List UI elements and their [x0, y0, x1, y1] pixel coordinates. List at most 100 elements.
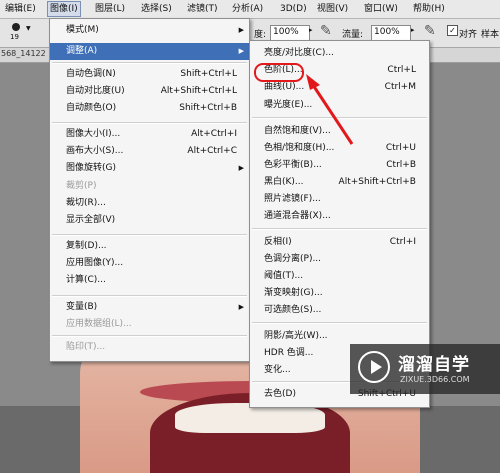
menu-item-label: HDR 色调... [264, 348, 314, 358]
adjust-menu-item[interactable]: 通道混合器(X)... [250, 208, 429, 225]
menu-filter[interactable]: 滤镜(T) [185, 2, 220, 16]
menu-item-label: 黑白(K)... [264, 177, 304, 187]
watermark-logo: 溜溜自学 ZIXUE.3D66.COM [350, 344, 500, 394]
image-menu-item[interactable]: 变量(B) ▶ [50, 299, 249, 316]
menu-help[interactable]: 帮助(H) [411, 2, 447, 16]
menu-item-shortcut: Ctrl+M [384, 82, 416, 92]
menu-item-label: 曝光度(E)... [264, 100, 313, 110]
menu-item-label: 色相/饱和度(H)... [264, 143, 335, 153]
menu-separator [52, 295, 247, 297]
image-menu-item: 应用数据组(L)... [50, 316, 249, 333]
menu-image[interactable]: 图像(I) [47, 1, 81, 17]
image-menu-item[interactable]: 模式(M) ▶ [50, 22, 249, 39]
menu-item-label: 陷印(T)... [66, 342, 106, 352]
adjust-menu-item[interactable]: 色彩平衡(B)... Ctrl+B [250, 157, 429, 174]
document-title: 568_14122 [1, 49, 46, 58]
opacity-stepper-icon[interactable]: ▸ [309, 26, 313, 34]
menu-item-label: 色调分离(P)... [264, 254, 322, 264]
adjust-menu-item[interactable]: 色调分离(P)... [250, 251, 429, 268]
menu-item-label: 去色(D) [264, 389, 296, 399]
menu-item-shortcut: Ctrl+I [389, 237, 416, 247]
menu-item-label: 裁剪(P) [66, 181, 97, 191]
brush-size: 19 [10, 33, 19, 41]
menu-layer[interactable]: 图层(L) [93, 2, 127, 16]
adjust-menu-item[interactable]: 阈值(T)... [250, 268, 429, 285]
menu-item-label: 色彩平衡(B)... [264, 160, 322, 170]
adjust-menu-item[interactable]: 亮度/对比度(C)... [250, 45, 429, 62]
menu-item-label: 图像大小(I)... [66, 129, 121, 139]
menu-item-label: 自动对比度(U) [66, 86, 125, 96]
sample-label: 样本 [481, 30, 500, 40]
watermark-url: ZIXUE.3D66.COM [400, 375, 470, 384]
brush-picker[interactable]: 19 ▼ [4, 21, 38, 45]
menu-item-shortcut: Shift+Ctrl+B [179, 103, 237, 113]
menu-item-label: 阴影/高光(W)... [264, 331, 328, 341]
menu-view[interactable]: 视图(V) [315, 2, 350, 16]
menu-separator [252, 228, 427, 230]
highlight-circle [254, 63, 304, 82]
image-menu-item[interactable]: 调整(A) ▶ [50, 43, 249, 60]
adjust-menu-item[interactable]: 黑白(K)... Alt+Shift+Ctrl+B [250, 174, 429, 191]
align-checkbox[interactable]: ✓ [447, 25, 458, 36]
menu-item-shortcut: Alt+Shift+Ctrl+L [160, 86, 237, 96]
adjust-menu-item[interactable]: 阴影/高光(W)... [250, 328, 429, 345]
watermark-title: 溜溜自学 [398, 355, 470, 375]
menu-item-label: 亮度/对比度(C)... [264, 48, 334, 58]
submenu-arrow-icon: ▶ [238, 164, 244, 172]
menu-analysis[interactable]: 分析(A) [230, 2, 265, 16]
menu-item-label: 应用数据组(L)... [66, 319, 132, 329]
menu-edit[interactable]: 编辑(E) [3, 2, 38, 16]
menu-item-label: 调整(A) [66, 46, 98, 56]
image-menu-item[interactable]: 图像旋转(G) ▶ [50, 160, 249, 177]
image-menu-item[interactable]: 复制(D)... [50, 238, 249, 255]
airbrush-mode-icon[interactable]: ✎ [424, 23, 436, 39]
menu-separator [52, 234, 247, 236]
menu-separator [252, 322, 427, 324]
menu-item-shortcut: Ctrl+U [385, 143, 416, 153]
menu-item-label: 通道混合器(X)... [264, 211, 331, 221]
menu-item-label: 裁切(R)... [66, 198, 106, 208]
menu-item-label: 图像旋转(G) [66, 163, 116, 173]
menu-item-label: 变量(B) [66, 302, 98, 312]
menu-window[interactable]: 窗口(W) [362, 2, 400, 16]
menu-item-label: 可选颜色(S)... [264, 305, 322, 315]
image-menu-item[interactable]: 显示全部(V) [50, 212, 249, 229]
image-menu-item[interactable]: 裁切(R)... [50, 195, 249, 212]
image-menu-item[interactable]: 计算(C)... [50, 272, 249, 289]
image-menu-item[interactable]: 图像大小(I)... Alt+Ctrl+I [50, 126, 249, 143]
menu-item-shortcut: Shift+Ctrl+L [180, 69, 237, 79]
image-menu-item[interactable]: 自动对比度(U) Alt+Shift+Ctrl+L [50, 83, 249, 100]
menu-item-label: 复制(D)... [66, 241, 107, 251]
menu-item-shortcut: Alt+Ctrl+C [187, 146, 237, 156]
flow-label: 流量: [342, 30, 364, 40]
opacity-field[interactable]: 100% [270, 25, 310, 41]
menu-item-label: 画布大小(S)... [66, 146, 124, 156]
menu-item-label: 变化... [264, 365, 291, 375]
image-menu-item[interactable]: 画布大小(S)... Alt+Ctrl+C [50, 143, 249, 160]
menu-item-label: 照片滤镜(F)... [264, 194, 321, 204]
adjust-menu-item[interactable]: 照片滤镜(F)... [250, 191, 429, 208]
submenu-arrow-icon: ▶ [238, 26, 244, 34]
menu-item-label: 显示全部(V) [66, 215, 116, 225]
menu-separator [252, 117, 427, 119]
menu-select[interactable]: 选择(S) [139, 2, 174, 16]
image-menu-item[interactable]: 自动颜色(O) Shift+Ctrl+B [50, 100, 249, 117]
airbrush-icon[interactable]: ✎ [320, 23, 332, 39]
adjust-menu-item[interactable]: 可选颜色(S)... [250, 302, 429, 319]
menu-3d[interactable]: 3D(D) [278, 2, 309, 16]
menu-separator [52, 335, 247, 337]
adjust-menu-item[interactable]: 渐变映射(G)... [250, 285, 429, 302]
adjust-menu-item[interactable]: 色相/饱和度(H)... Ctrl+U [250, 140, 429, 157]
image-menu-item[interactable]: 自动色调(N) Shift+Ctrl+L [50, 66, 249, 83]
adjust-menu-item[interactable]: 曝光度(E)... [250, 97, 429, 114]
menu-item-shortcut: Alt+Shift+Ctrl+B [338, 177, 416, 187]
adjust-menu-item[interactable]: 自然饱和度(V)... [250, 123, 429, 140]
flow-stepper-icon[interactable]: ▸ [411, 26, 415, 34]
menu-item-shortcut: Alt+Ctrl+I [191, 129, 237, 139]
adjust-menu-item[interactable]: 反相(I) Ctrl+I [250, 234, 429, 251]
menu-bar: 编辑(E) 图像(I) 图层(L) 选择(S) 滤镜(T) 分析(A) 3D(D… [0, 0, 500, 19]
align-label: 对齐 [459, 30, 478, 40]
menu-item-label: 阈值(T)... [264, 271, 304, 281]
flow-field[interactable]: 100% [371, 25, 411, 41]
image-menu-item[interactable]: 应用图像(Y)... [50, 255, 249, 272]
